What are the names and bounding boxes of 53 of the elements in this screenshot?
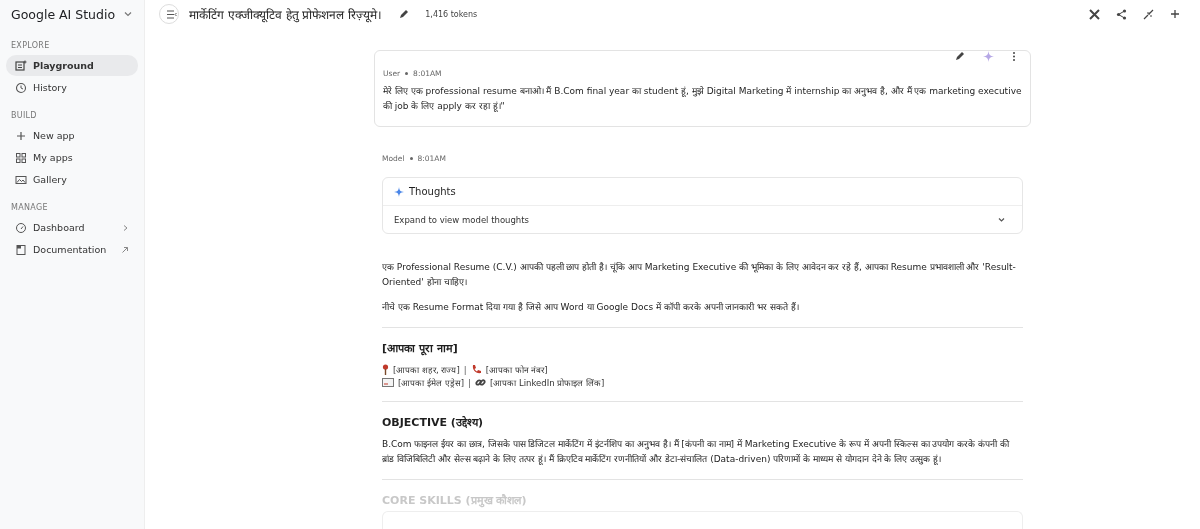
contact-text: [आपका फोन नंबर] xyxy=(485,364,548,375)
plus-icon[interactable] xyxy=(1170,9,1180,19)
contact-text: [आपका ईमेल एड्रेस] xyxy=(398,377,465,388)
nav-item[interactable]: Dashboard xyxy=(6,217,138,238)
section-heading: EXPLORE xyxy=(11,41,51,50)
section-heading: OBJECTIVE (उद्देश्य) xyxy=(382,415,484,429)
thoughts-hint: Expand to view model thoughts xyxy=(394,214,530,225)
envelope-icon xyxy=(382,378,394,387)
section-heading: MANAGE xyxy=(11,203,49,212)
chat-spark-icon xyxy=(15,59,27,72)
nav-item[interactable]: My apps xyxy=(6,147,138,168)
section-heading: BUILD xyxy=(11,111,38,120)
nav-item[interactable]: New app xyxy=(6,125,138,146)
separator-text: | xyxy=(463,364,467,375)
contact-text: [आपका शहर, राज्य] xyxy=(393,364,460,375)
nav-item[interactable]: Documentation xyxy=(6,239,138,260)
thoughts-title: Thoughts xyxy=(409,186,456,197)
paragraph: B.Com फाइनल ईयर का छात्र, जिसके पास डिजिटल मार्केटिंग में इंटर्नशिप का अनुभव है। मैं [कंपनी का नाम] में Marketing Executive के रूप में अपनी स्किल्स का उपयोग करके कंपनी की ब्रांड विजिबिलिटी और सेल्स बढ़ाने के लिए तत्पर हूं। मैं क्रिएटिव मार्केटिंग रणनीतियों और डेटा-संचालित (Data-driven) परिणामों के माध्यम से योगदान देने के लिए उत्सुक हूं। xyxy=(382,438,1011,467)
plus-icon xyxy=(15,129,27,142)
sidebar-toggle-button[interactable] xyxy=(159,4,179,24)
more-icon[interactable] xyxy=(1012,51,1016,62)
chevron-down-icon[interactable] xyxy=(997,215,1006,224)
link-icon xyxy=(474,377,486,388)
gallery-icon xyxy=(15,173,27,186)
contact-text: [आपका LinkedIn प्रोफाइल लिंक] xyxy=(489,377,605,388)
paragraph: एक Professional Resume (C.V.) आपकी पहली छाप होती है। चूंकि आप Marketing Executive की भूमिका के लिए आवेदन कर रहे हैं, आपका Resume प्रभावशाली और 'Result-Oriented' होना चाहिए। xyxy=(382,261,1017,289)
gauge-icon xyxy=(15,221,27,234)
pin-icon xyxy=(382,364,389,375)
thoughts-panel[interactable]: Thoughts Expand to view model thoughts xyxy=(382,177,1023,234)
separator-text: | xyxy=(468,377,471,388)
section-heading: [आपका पूरा नाम] xyxy=(382,341,459,355)
nav-item[interactable]: Playground xyxy=(6,55,138,76)
dot-icon xyxy=(405,72,409,75)
token-count: 1,416 tokens xyxy=(425,9,478,19)
history-icon xyxy=(15,81,27,94)
edit-icon[interactable] xyxy=(398,8,410,20)
chat-title: मार्केटिंग एक्जीक्यूटिव हेतु प्रोफेशनल रिज़्यूमे। xyxy=(189,6,383,23)
external-link-icon xyxy=(121,245,129,254)
grid-icon xyxy=(15,151,27,164)
document-icon xyxy=(15,243,27,256)
chevron-right-icon xyxy=(121,223,129,232)
share-icon[interactable] xyxy=(1116,8,1127,20)
app-name: Google AI Studio xyxy=(11,6,116,22)
caret-icon[interactable] xyxy=(123,9,133,19)
sparkle-icon xyxy=(394,186,404,197)
message-text: मेरे लिए एक professional resume बनाओ। मैं B.Com final year का student हूं, मुझे Digital Marketing में internship का अनुभव है, और मैं एक marketing executive की job के लिए apply कर रहा हूं।" xyxy=(383,85,1022,114)
nav-item[interactable]: Gallery xyxy=(6,169,138,190)
dot-icon xyxy=(409,157,413,160)
edit-icon[interactable] xyxy=(954,51,965,62)
menu-icon xyxy=(166,9,178,19)
phone-icon xyxy=(470,364,482,375)
nav-item[interactable]: History xyxy=(6,77,138,98)
paragraph: नीचे एक Resume Format दिया गया है जिसे आप Word या Google Docs में कॉपी करके अपनी जानकारी भर सकते हैं। xyxy=(382,301,800,314)
